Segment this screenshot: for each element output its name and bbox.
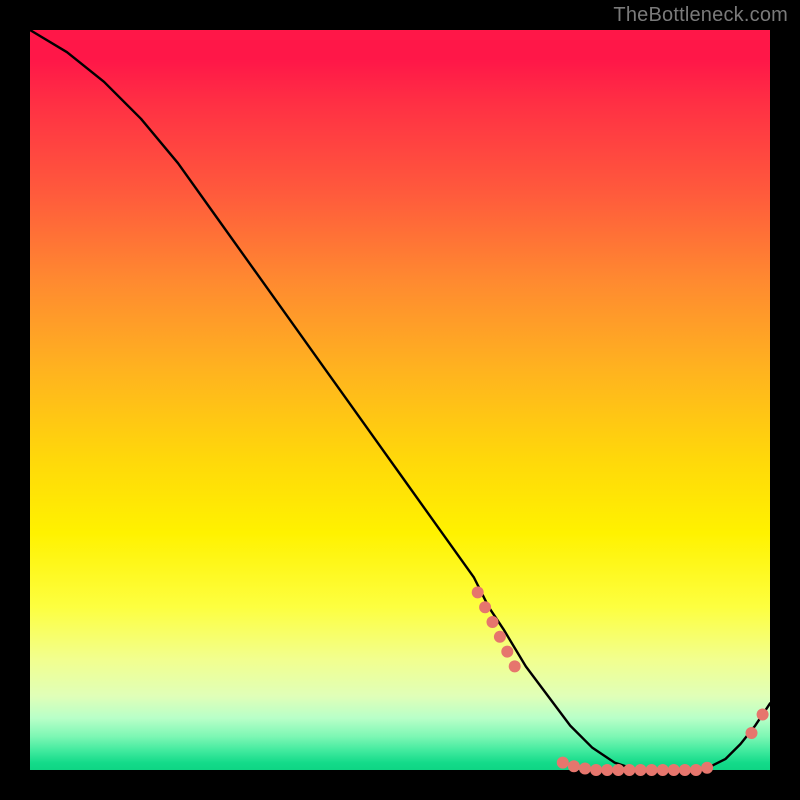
data-dot <box>646 764 658 776</box>
data-dot <box>501 646 513 658</box>
data-dot <box>668 764 680 776</box>
data-dot <box>472 586 484 598</box>
data-dot <box>690 764 702 776</box>
data-dots-group <box>472 586 769 776</box>
bottleneck-curve <box>30 30 770 770</box>
data-dot <box>509 660 521 672</box>
data-dot <box>557 757 569 769</box>
chart-stage: TheBottleneck.com <box>0 0 800 800</box>
data-dot <box>635 764 647 776</box>
data-dot <box>601 764 613 776</box>
data-dot <box>494 631 506 643</box>
data-dot <box>746 727 758 739</box>
data-dot <box>701 762 713 774</box>
data-dot <box>679 764 691 776</box>
plot-area <box>30 30 770 770</box>
data-dot <box>657 764 669 776</box>
data-dot <box>479 601 491 613</box>
data-dot <box>568 760 580 772</box>
data-dot <box>757 709 769 721</box>
data-dot <box>612 764 624 776</box>
data-dot <box>590 764 602 776</box>
data-dot <box>623 764 635 776</box>
watermark-text: TheBottleneck.com <box>613 4 788 27</box>
data-dot <box>487 616 499 628</box>
data-dot <box>579 763 591 775</box>
chart-svg <box>30 30 770 770</box>
